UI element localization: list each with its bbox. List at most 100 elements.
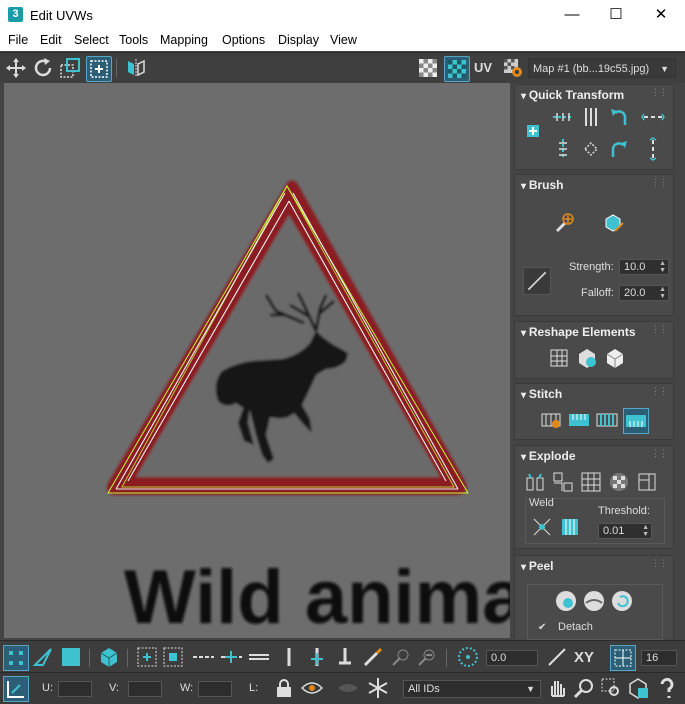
soft-selection-icon[interactable] [456, 645, 480, 669]
paint-grow-icon[interactable] [389, 645, 413, 669]
relax-icon[interactable] [575, 346, 599, 370]
rotate-ccw-icon[interactable] [607, 105, 631, 129]
peel-header[interactable]: Peel [521, 559, 554, 573]
face-mode-icon[interactable] [59, 645, 83, 669]
stitch-average-icon[interactable] [595, 408, 619, 432]
drag-handle-icon[interactable]: ⋮⋮ [651, 386, 668, 397]
material-id-dropdown[interactable]: All IDs ▼ [403, 680, 541, 698]
pan-icon[interactable] [545, 676, 569, 700]
weld-selected-icon[interactable] [530, 515, 554, 539]
space-vertical-icon[interactable] [579, 137, 603, 161]
drag-handle-icon[interactable]: ⋮⋮ [651, 558, 668, 569]
uv-label[interactable]: UV [474, 60, 492, 75]
menu-view[interactable]: View [330, 33, 357, 47]
edge-distance-icon[interactable] [545, 645, 569, 669]
grid-split-icon[interactable] [579, 470, 603, 494]
loop-icon[interactable] [191, 645, 215, 669]
quick-peel-icon[interactable] [554, 589, 578, 613]
checker-split-icon[interactable] [607, 470, 631, 494]
ring-icon[interactable] [277, 645, 301, 669]
lock-icon[interactable] [272, 676, 296, 700]
ring-shrink-icon[interactable] [333, 645, 357, 669]
vertex-mode-icon[interactable] [3, 645, 29, 671]
space-horizontal-icon[interactable] [579, 105, 603, 129]
close-button[interactable]: ✕ [638, 0, 684, 31]
menu-edit[interactable]: Edit [40, 33, 62, 47]
relax-brush-icon[interactable] [601, 211, 625, 235]
flatten-icon[interactable] [635, 470, 659, 494]
element-mode-icon[interactable] [97, 645, 121, 669]
menu-tools[interactable]: Tools [119, 33, 148, 47]
paint-shrink-icon[interactable] [415, 645, 439, 669]
absolute-mode-icon[interactable] [3, 676, 29, 702]
w-field[interactable] [198, 681, 232, 697]
grid-snap-icon[interactable] [610, 645, 636, 671]
stitch-to-source-icon[interactable] [567, 408, 591, 432]
strength-spinner[interactable]: 10.0 ▲ ▼ [619, 259, 669, 275]
paint-move-icon[interactable] [553, 211, 577, 235]
minimize-button[interactable]: — [549, 0, 595, 31]
drag-handle-icon[interactable]: ⋮⋮ [651, 324, 668, 335]
flip-vertical-icon[interactable] [641, 137, 665, 161]
edge-mode-icon[interactable] [31, 645, 55, 669]
flip-horizontal-icon[interactable] [641, 105, 665, 129]
shrink-selection-icon[interactable] [161, 645, 185, 669]
align-horizontal-icon[interactable] [551, 105, 575, 129]
align-vertical-icon[interactable] [551, 137, 575, 161]
maximize-button[interactable]: ☐ [593, 0, 639, 31]
reset-peel-icon[interactable] [610, 589, 634, 613]
break-icon[interactable] [523, 470, 547, 494]
u-field[interactable] [58, 681, 92, 697]
peel-mode-icon[interactable] [582, 589, 606, 613]
menu-select[interactable]: Select [74, 33, 109, 47]
brush-header[interactable]: Brush [521, 178, 564, 192]
stitch-custom-icon[interactable] [539, 408, 563, 432]
menu-file[interactable]: File [8, 33, 28, 47]
move-icon[interactable] [4, 56, 28, 80]
split-icon[interactable] [551, 470, 575, 494]
map-settings-icon[interactable] [501, 56, 525, 80]
angle-spinner[interactable]: 0.0 [486, 650, 538, 666]
falloff-spinner[interactable]: 20.0 ▲ ▼ [619, 285, 669, 301]
stitch-header[interactable]: Stitch [521, 387, 562, 401]
zoom-extents-icon[interactable] [626, 676, 650, 700]
drag-handle-icon[interactable]: ⋮⋮ [651, 87, 668, 98]
texture-checker-icon[interactable] [444, 56, 470, 82]
explode-header[interactable]: Explode [521, 449, 576, 463]
loop-shrink-icon[interactable] [247, 645, 271, 669]
reshape-header[interactable]: Reshape Elements [521, 325, 636, 339]
uv-viewport[interactable]: Wild animal [4, 83, 510, 638]
loop-grow-icon[interactable] [219, 645, 243, 669]
texture-map-dropdown[interactable]: Map #1 (bb...19c55.jpg) ▼ [528, 58, 676, 78]
paint-select-icon[interactable] [361, 645, 385, 669]
drag-handle-icon[interactable]: ⋮⋮ [651, 177, 668, 188]
brush-falloff-curve[interactable] [523, 267, 551, 295]
v-field[interactable] [128, 681, 162, 697]
menu-display[interactable]: Display [278, 33, 319, 47]
freeze-icon[interactable] [366, 676, 390, 700]
zoom-icon[interactable] [572, 676, 596, 700]
hide-icon[interactable] [300, 676, 324, 700]
rotate-cw-icon[interactable] [607, 137, 631, 161]
quick-transform-header[interactable]: Quick Transform [521, 88, 624, 102]
weld-target-icon[interactable] [558, 515, 582, 539]
mirror-icon[interactable] [124, 56, 148, 80]
ring-grow-icon[interactable] [305, 645, 329, 669]
zoom-region-icon[interactable] [599, 676, 623, 700]
grid-count-spinner[interactable]: 16 [641, 650, 677, 666]
scale-icon[interactable] [58, 56, 82, 80]
xy-axis-label[interactable]: XY [574, 649, 594, 666]
grow-selection-icon[interactable] [135, 645, 159, 669]
freeform-icon[interactable] [86, 56, 112, 82]
show-icon[interactable] [336, 676, 360, 700]
threshold-spinner[interactable]: 0.01 ▲ ▼ [598, 523, 652, 539]
straighten-icon[interactable] [547, 346, 571, 370]
help-icon[interactable] [655, 676, 679, 700]
drag-handle-icon[interactable]: ⋮⋮ [651, 448, 668, 459]
detach-checkbox[interactable]: ✔ [538, 623, 548, 633]
menu-mapping[interactable]: Mapping [160, 33, 208, 47]
pack-icon[interactable] [603, 346, 627, 370]
menu-options[interactable]: Options [222, 33, 265, 47]
checker-icon[interactable] [416, 56, 440, 80]
stitch-to-target-icon[interactable] [623, 408, 649, 434]
